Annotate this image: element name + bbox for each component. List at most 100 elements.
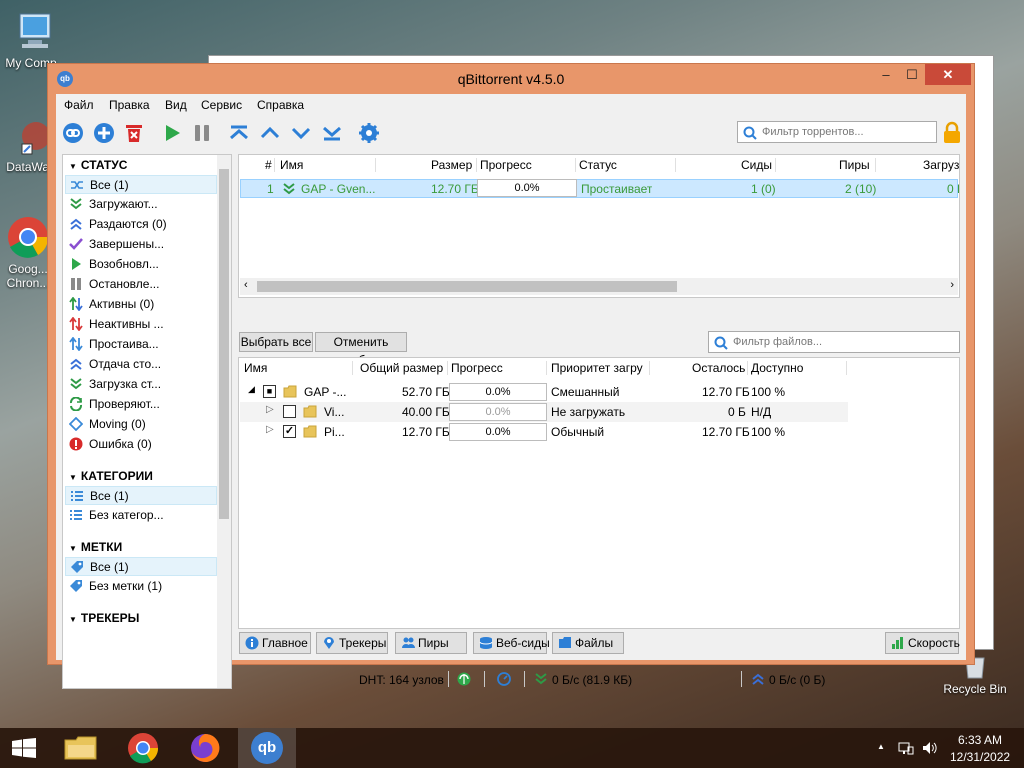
select-none-button[interactable]: Отменить выбор: [315, 332, 407, 367]
column-header-seeds[interactable]: Сиды: [741, 155, 772, 175]
file-column-header-available[interactable]: Доступно: [751, 358, 803, 378]
move-bottom-icon[interactable]: [321, 122, 343, 144]
tags-section-header[interactable]: ▼ МЕТКИ: [69, 540, 122, 554]
file-column-header-name[interactable]: Имя: [244, 358, 267, 378]
status-item-resumed[interactable]: Возобновл...: [65, 255, 217, 274]
close-button[interactable]: ✕: [925, 64, 971, 85]
menu-edit[interactable]: Правка: [109, 98, 150, 112]
menu-tools[interactable]: Сервис: [201, 98, 242, 112]
status-item-checking[interactable]: Проверяют...: [65, 395, 217, 414]
settings-icon[interactable]: [358, 122, 380, 144]
status-item-downloading[interactable]: Загружают...: [65, 195, 217, 214]
tag-item-untagged[interactable]: Без метки (1): [65, 577, 217, 596]
tag-item-all[interactable]: Все (1): [65, 557, 217, 576]
clock-time[interactable]: 6:33 AM: [958, 733, 1002, 747]
start-button[interactable]: [0, 728, 48, 768]
column-header-peers[interactable]: Пиры: [839, 155, 870, 175]
status-item-completed[interactable]: Завершены...: [65, 235, 217, 254]
title-bar[interactable]: qb qBittorrent v4.5.0 ‒ ☐ ✕: [48, 64, 974, 93]
categories-section-header[interactable]: ▼ КАТЕГОРИИ: [69, 469, 153, 483]
network-icon[interactable]: [898, 741, 914, 755]
trackers-section-header[interactable]: ▼ ТРЕКЕРЫ: [69, 611, 139, 625]
tray-overflow-icon[interactable]: ▲: [877, 742, 885, 751]
column-header-progress[interactable]: Прогресс: [480, 155, 532, 175]
column-header-download[interactable]: Загрузка: [923, 155, 959, 175]
tab-web-seeds[interactable]: Веб-сиды: [473, 632, 550, 654]
column-header-number[interactable]: #: [265, 155, 272, 175]
file-column-header-total-size[interactable]: Общий размер: [360, 358, 443, 378]
file-priority[interactable]: Смешанный: [551, 385, 619, 399]
lock-icon[interactable]: [941, 121, 963, 143]
sidebar-scrollbar[interactable]: [217, 155, 231, 688]
taskbar-chrome[interactable]: [114, 728, 172, 768]
sidebar-scroll-thumb[interactable]: [219, 169, 229, 519]
expand-arrow-icon[interactable]: ◢: [248, 384, 255, 395]
move-down-icon[interactable]: [290, 122, 312, 144]
resume-icon[interactable]: [161, 122, 183, 144]
category-item-uncategorized[interactable]: Без категор...: [65, 506, 217, 525]
torrent-name: GAP - Gven...: [301, 182, 376, 196]
file-column-header-progress[interactable]: Прогресс: [451, 358, 503, 378]
desktop-icon-my-computer[interactable]: My Comp...: [0, 10, 76, 70]
move-up-icon[interactable]: [259, 122, 281, 144]
file-priority[interactable]: Обычный: [551, 425, 604, 439]
minimize-button[interactable]: ‒: [873, 64, 899, 85]
file-filter-input[interactable]: Фильтр файлов...: [708, 331, 960, 353]
status-item-stalled[interactable]: Простаива...: [65, 335, 217, 354]
file-column-header-priority[interactable]: Приоритет загру: [551, 358, 643, 378]
column-header-size[interactable]: Размер: [431, 155, 472, 175]
tab-trackers[interactable]: Трекеры: [316, 632, 388, 654]
scroll-right-icon[interactable]: ›: [950, 279, 954, 291]
tab-general[interactable]: Главное: [239, 632, 311, 654]
file-checkbox[interactable]: [283, 405, 296, 418]
expand-arrow-icon[interactable]: ▷: [266, 404, 274, 415]
file-checkbox[interactable]: ■: [263, 385, 276, 398]
file-priority[interactable]: Не загружать: [551, 405, 625, 419]
add-icon[interactable]: [93, 122, 115, 144]
link-icon[interactable]: [62, 122, 84, 144]
column-header-status[interactable]: Статус: [579, 155, 617, 175]
taskbar-qbittorrent[interactable]: qb: [238, 728, 296, 768]
taskbar-file-explorer[interactable]: [52, 728, 110, 768]
pause-icon[interactable]: [191, 122, 213, 144]
delete-icon[interactable]: [123, 122, 145, 144]
status-item-active[interactable]: Активны (0): [65, 295, 217, 314]
clock-date[interactable]: 12/31/2022: [950, 750, 1010, 764]
status-item-moving[interactable]: Moving (0): [65, 415, 217, 434]
status-item-seeding[interactable]: Раздаются (0): [65, 215, 217, 234]
category-item-all[interactable]: Все (1): [65, 486, 217, 505]
file-checkbox[interactable]: ✓: [283, 425, 296, 438]
status-item-error[interactable]: Ошибка (0): [65, 435, 217, 454]
maximize-button[interactable]: ☐: [899, 64, 925, 85]
table-row[interactable]: 1 GAP - Gven... 12.70 ГБ 0.0% Простаивае…: [240, 179, 959, 198]
select-all-button[interactable]: Выбрать все: [239, 332, 313, 352]
alt-speed-icon[interactable]: [497, 672, 511, 686]
menu-view[interactable]: Вид: [165, 98, 187, 112]
status-item-stalled-downloading[interactable]: Загрузка ст...: [65, 375, 217, 394]
file-row[interactable]: ▷ ✓ Pi... 12.70 ГБ 0.0% Обычный 12.70 ГБ…: [240, 422, 848, 442]
file-row[interactable]: ▷ Vi... 40.00 ГБ 0.0% Не загружать 0 Б Н…: [240, 402, 848, 422]
connection-status-icon[interactable]: [457, 672, 471, 686]
volume-icon[interactable]: [922, 741, 938, 755]
column-header-name[interactable]: Имя: [280, 155, 303, 175]
status-item-stalled-uploading[interactable]: Отдача сто...: [65, 355, 217, 374]
torrent-list-hscrollbar[interactable]: ‹ ›: [240, 278, 958, 295]
status-item-inactive[interactable]: Неактивны ...: [65, 315, 217, 334]
move-top-icon[interactable]: [228, 122, 250, 144]
torrent-list-scroll-thumb[interactable]: [257, 281, 677, 292]
status-section-header[interactable]: ▼ СТАТУС: [69, 158, 127, 172]
torrent-filter-input[interactable]: Фильтр торрентов...: [737, 121, 937, 143]
tab-files[interactable]: Файлы: [552, 632, 624, 654]
scroll-left-icon[interactable]: ‹: [244, 279, 248, 291]
windows-logo-icon: [12, 738, 36, 758]
status-item-all[interactable]: Все (1): [65, 175, 217, 194]
tab-peers[interactable]: Пиры: [395, 632, 467, 654]
speed-button[interactable]: Скорость: [885, 632, 960, 654]
file-row[interactable]: ◢ ■ GAP -... 52.70 ГБ 0.0% Смешанный 12.…: [240, 382, 848, 402]
menu-help[interactable]: Справка: [257, 98, 304, 112]
taskbar-firefox[interactable]: [176, 728, 234, 768]
menu-file[interactable]: Файл: [64, 98, 94, 112]
expand-arrow-icon[interactable]: ▷: [266, 424, 274, 435]
file-column-header-remaining[interactable]: Осталось: [692, 358, 745, 378]
status-item-paused[interactable]: Остановле...: [65, 275, 217, 294]
